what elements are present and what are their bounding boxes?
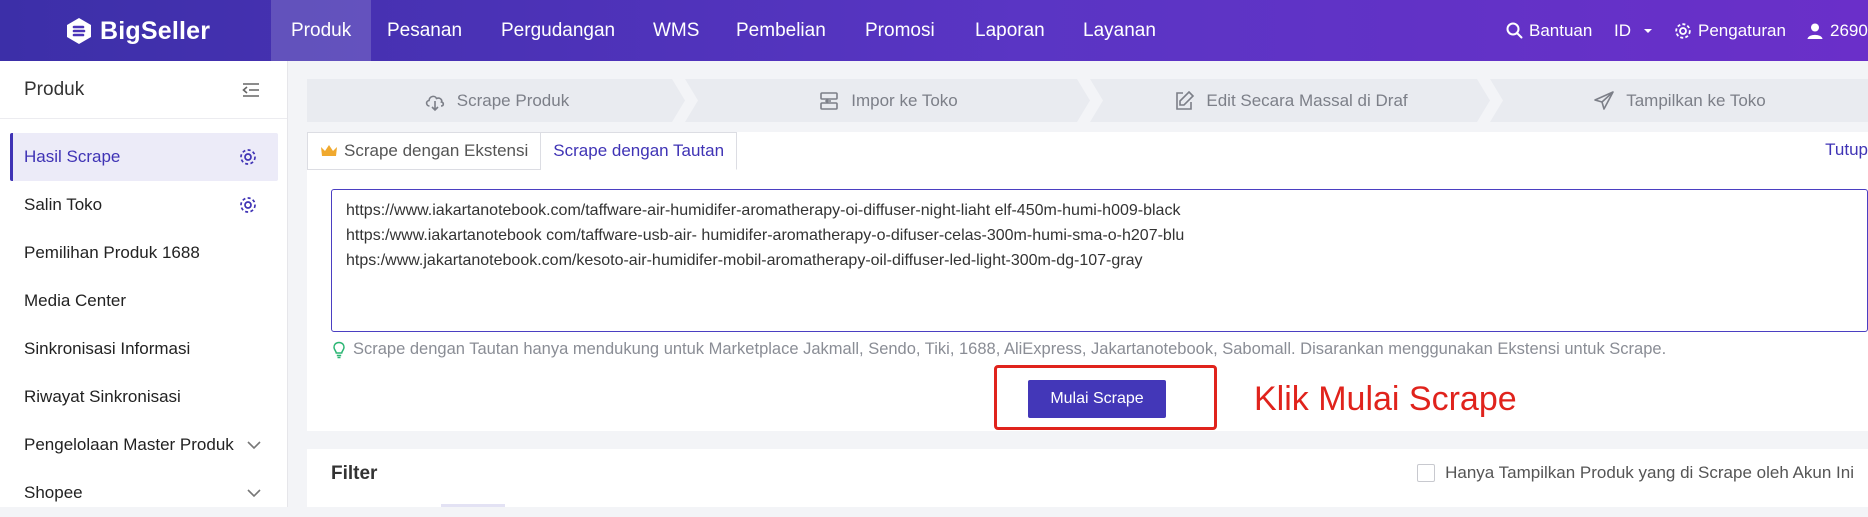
sidebar-item-salin-toko[interactable]: Salin Toko	[10, 181, 278, 229]
highlight-box: Mulai Scrape	[994, 365, 1217, 430]
user-id: 2690	[1830, 20, 1868, 40]
sidebar-item-pemilihan-produk-1688[interactable]: Pemilihan Produk 1688	[10, 229, 278, 277]
sidebar-item-label: Sinkronisasi Informasi	[24, 339, 191, 358]
step-tampilkan-ke-toko: Tampilkan ke Toko	[1490, 79, 1868, 122]
sidebar-item-hasil-scrape[interactable]: Hasil Scrape	[10, 133, 278, 181]
sidebar-title: Produk	[24, 79, 85, 100]
gear-icon	[1675, 22, 1691, 39]
caret-down-icon	[1644, 28, 1652, 33]
nav-item-layanan[interactable]: Layanan	[1063, 0, 1176, 61]
sidebar: Produk Hasil Scrape Salin Toko Pemilihan…	[0, 61, 288, 507]
scrape-steps: Scrape Produk Impor ke Toko Edit Secara …	[307, 79, 1868, 122]
step-label: Tampilkan ke Toko	[1626, 90, 1766, 110]
help-link[interactable]: Bantuan	[1506, 0, 1592, 61]
sidebar-header: Produk	[0, 61, 287, 119]
sidebar-item-label: Shopee	[24, 483, 83, 502]
cloud-download-icon	[425, 95, 444, 111]
sidebar-item-label: Pemilihan Produk 1688	[24, 243, 200, 262]
tab-label: Scrape dengan Ekstensi	[344, 141, 529, 160]
chevron-down-icon	[247, 441, 261, 450]
brand-logo[interactable]: BigSeller	[64, 14, 210, 48]
tab-scrape-ekstensi[interactable]: Scrape dengan Ekstensi	[307, 132, 542, 170]
nav-item-promosi[interactable]: Promosi	[845, 0, 955, 61]
main-content: Scrape Produk Impor ke Toko Edit Secara …	[307, 61, 1868, 507]
user-icon	[1807, 23, 1823, 39]
sidebar-item-label: Media Center	[24, 291, 127, 310]
scrape-card: Scrape dengan Ekstensi Scrape dengan Tau…	[307, 132, 1868, 431]
nav-item-produk[interactable]: Produk	[271, 0, 372, 61]
search-icon	[1506, 22, 1523, 39]
language-selector[interactable]: ID	[1614, 0, 1653, 61]
tab-label: Scrape dengan Tautan	[553, 141, 725, 160]
collapse-sidebar-icon[interactable]	[241, 81, 261, 99]
brand-name: BigSeller	[100, 16, 211, 45]
start-scrape-button[interactable]: Mulai Scrape	[1028, 380, 1166, 418]
settings-link[interactable]: Pengaturan	[1674, 0, 1786, 61]
step-label: Edit Secara Massal di Draf	[1206, 90, 1408, 110]
nav-item-wms[interactable]: WMS	[633, 0, 719, 61]
help-label: Bantuan	[1529, 20, 1593, 40]
step-label: Impor ke Toko	[851, 90, 958, 110]
hint-text: Scrape dengan Tautan hanya mendukung unt…	[353, 340, 1667, 358]
top-navigation-bar: BigSeller Produk Pesanan Pergudangan WMS…	[0, 0, 1868, 61]
sidebar-item-label: Pengelolaan Master Produk	[24, 435, 234, 454]
step-scrape-produk: Scrape Produk	[307, 79, 685, 122]
checkbox-box[interactable]	[1417, 464, 1436, 482]
close-link[interactable]: Tutup	[1825, 140, 1868, 160]
tab-scrape-tautan[interactable]: Scrape dengan Tautan	[541, 132, 738, 170]
chevron-down-icon	[247, 489, 261, 498]
sidebar-item-label: Salin Toko	[24, 195, 103, 214]
sidebar-item-riwayat-sinkronisasi[interactable]: Riwayat Sinkronisasi	[10, 373, 278, 421]
crown-icon	[321, 145, 337, 156]
own-account-checkbox[interactable]: Hanya Tampilkan Produk yang di Scrape ol…	[1417, 463, 1854, 483]
send-icon	[1594, 90, 1615, 110]
nav-item-pembelian[interactable]: Pembelian	[716, 0, 846, 61]
import-icon	[820, 91, 839, 110]
lightbulb-icon	[333, 341, 345, 358]
nav-item-laporan[interactable]: Laporan	[955, 0, 1065, 61]
step-edit-massal: Edit Secara Massal di Draf	[1090, 79, 1490, 122]
sidebar-item-shopee[interactable]: Shopee	[10, 469, 278, 517]
step-impor-ke-toko: Impor ke Toko	[685, 79, 1090, 122]
step-label: Scrape Produk	[456, 90, 570, 110]
sidebar-item-media-center[interactable]: Media Center	[10, 277, 278, 325]
edit-icon	[1176, 90, 1195, 110]
gear-icon[interactable]	[238, 147, 258, 167]
scrape-method-tabs: Scrape dengan Ekstensi Scrape dengan Tau…	[307, 132, 738, 170]
filter-title: Filter	[331, 463, 378, 484]
bigseller-logo-icon	[67, 18, 91, 44]
url-input[interactable]	[331, 189, 1868, 332]
gear-icon[interactable]	[238, 195, 258, 215]
sidebar-item-label: Hasil Scrape	[24, 147, 121, 166]
user-menu[interactable]: 2690	[1806, 0, 1868, 61]
annotation-text: Klik Mulai Scrape	[1254, 380, 1517, 418]
checkbox-label: Hanya Tampilkan Produk yang di Scrape ol…	[1445, 463, 1854, 482]
sidebar-item-sinkronisasi-informasi[interactable]: Sinkronisasi Informasi	[10, 325, 278, 373]
nav-item-pergudangan[interactable]: Pergudangan	[481, 0, 635, 61]
nav-item-pesanan[interactable]: Pesanan	[367, 0, 482, 61]
filter-panel: Filter Hanya Tampilkan Produk yang di Sc…	[307, 449, 1868, 507]
sidebar-item-label: Riwayat Sinkronisasi	[24, 387, 181, 406]
language-label: ID	[1614, 20, 1631, 40]
settings-label: Pengaturan	[1698, 20, 1786, 40]
scrape-hint: Scrape dengan Tautan hanya mendukung unt…	[331, 340, 1666, 359]
sidebar-item-pengelolaan-master-produk[interactable]: Pengelolaan Master Produk	[10, 421, 278, 469]
